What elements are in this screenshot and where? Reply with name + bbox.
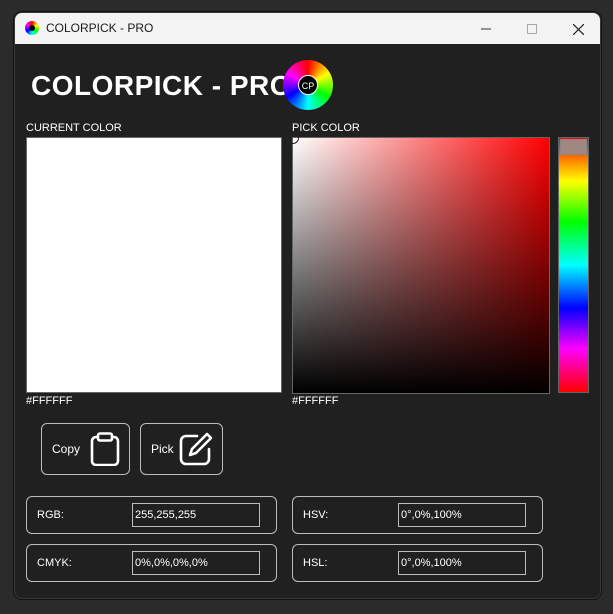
rgb-field-group: RGB: 255,255,255	[26, 496, 277, 534]
minimize-icon	[481, 28, 491, 30]
edit-icon	[179, 432, 213, 466]
pick-color-label: PICK COLOR	[292, 122, 360, 134]
cmyk-input[interactable]: 0%,0%,0%,0%	[132, 551, 260, 575]
close-button[interactable]	[555, 13, 600, 44]
app-window: COLORPICK - PRO COLORPICK - PRO CP CURRE…	[14, 12, 601, 599]
hsv-label: HSV:	[303, 509, 329, 521]
picker-cursor[interactable]	[287, 132, 299, 144]
hue-slider-handle[interactable]	[560, 139, 587, 155]
pick-color-hex: #FFFFFF	[292, 395, 339, 407]
app-title: COLORPICK - PRO	[31, 70, 293, 101]
hsv-field-group: HSV: 0°,0%,100%	[292, 496, 543, 534]
cmyk-field-group: CMYK: 0%,0%,0%,0%	[26, 544, 277, 582]
minimize-button[interactable]	[463, 13, 509, 44]
hsv-input[interactable]: 0°,0%,100%	[398, 503, 526, 527]
close-icon	[572, 23, 584, 35]
color-wheel-logo: CP	[283, 60, 333, 110]
clipboard-icon	[90, 432, 120, 466]
current-color-label: CURRENT COLOR	[26, 122, 122, 134]
hue-slider[interactable]	[558, 137, 589, 393]
pick-button[interactable]: Pick	[140, 423, 223, 475]
hsl-label: HSL:	[303, 557, 328, 569]
maximize-icon	[527, 24, 537, 35]
current-color-hex: #FFFFFF	[26, 395, 73, 407]
maximize-button[interactable]	[509, 13, 555, 44]
hsl-field-group: HSL: 0°,0%,100%	[292, 544, 543, 582]
saturation-value-picker[interactable]	[287, 132, 550, 394]
rgb-input[interactable]: 255,255,255	[132, 503, 260, 527]
hsl-input[interactable]: 0°,0%,100%	[398, 551, 526, 575]
copy-button-label: Copy	[52, 442, 81, 456]
cmyk-label: CMYK:	[37, 557, 72, 569]
logo-text: CP	[298, 75, 318, 95]
rgb-label: RGB:	[37, 509, 64, 521]
copy-button[interactable]: Copy	[41, 423, 130, 475]
title-bar: COLORPICK - PRO	[15, 13, 600, 44]
window-title: COLORPICK - PRO	[46, 21, 154, 35]
pick-button-label: Pick	[151, 442, 174, 456]
color-wheel-icon	[25, 21, 39, 35]
current-color-swatch	[26, 137, 282, 393]
